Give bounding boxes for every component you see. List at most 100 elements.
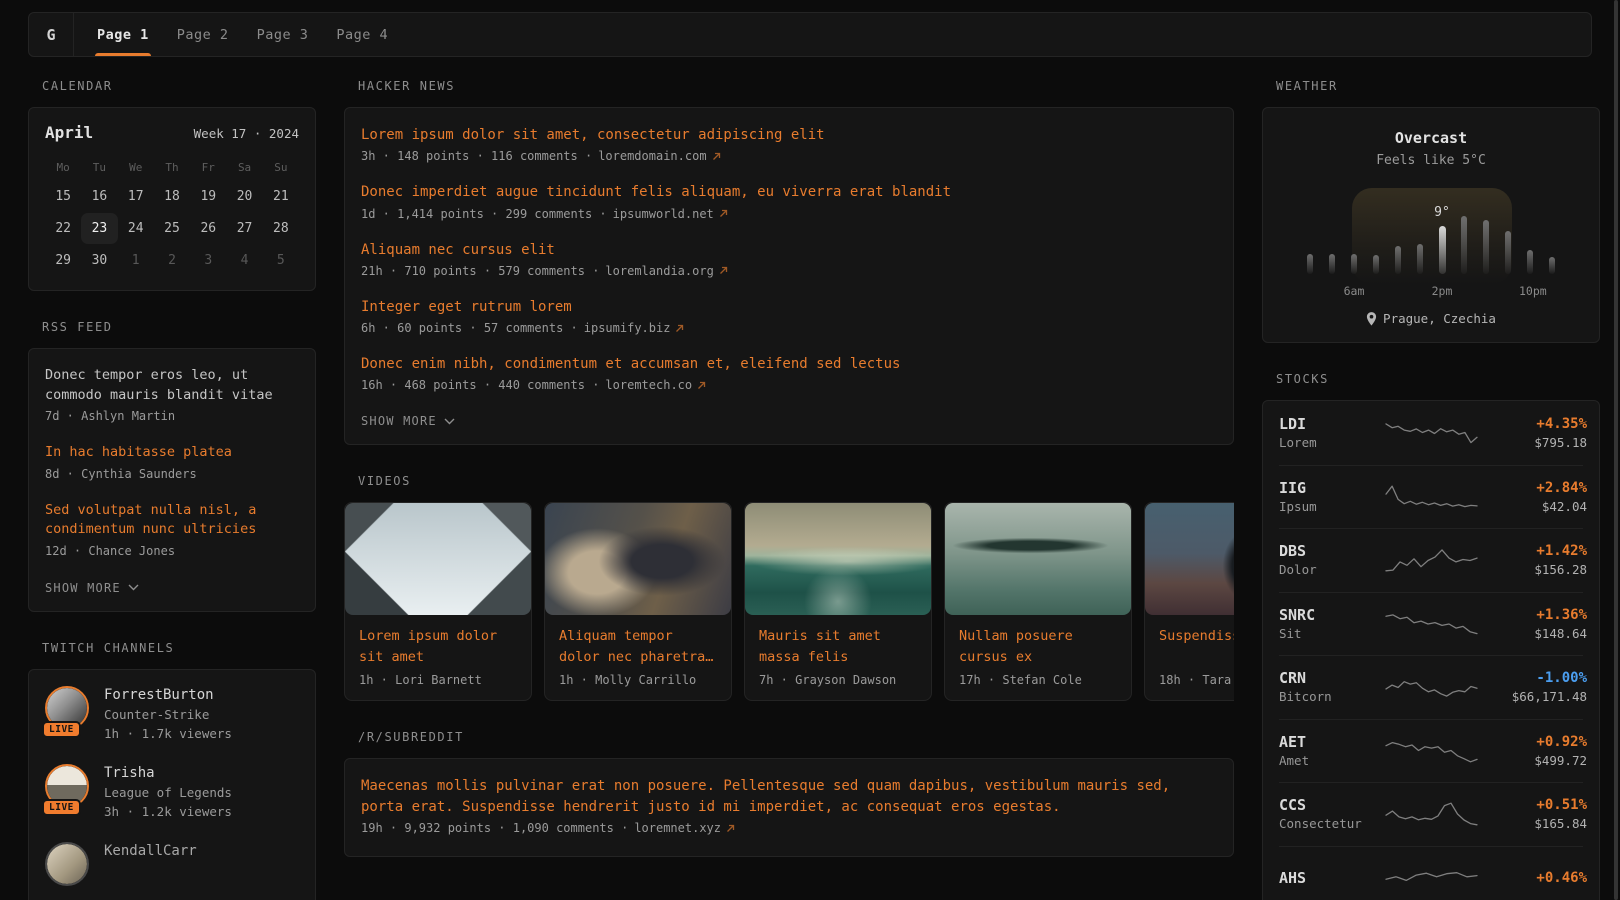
- video-title[interactable]: Lorem ipsum dolor sit amet consectetu…: [359, 626, 517, 666]
- page-scrollbar[interactable]: [1614, 0, 1618, 900]
- twitch-section-title: TWITCH CHANNELS: [42, 640, 316, 656]
- temperature-bar: [1453, 216, 1475, 274]
- stock-symbol: DBS: [1279, 541, 1384, 561]
- stock-sparkline: [1384, 545, 1479, 575]
- rss-show-more-button[interactable]: SHOW MORE: [45, 581, 139, 595]
- feed-item-title[interactable]: Lorem ipsum dolor sit amet, consectetur …: [361, 125, 1217, 145]
- time-label: 2pm: [1431, 284, 1453, 298]
- video-title[interactable]: Suspendisse diam: [1159, 626, 1234, 666]
- stocks-section: STOCKS LDI Lorem +4.35% $795.18 IIG Ipsu…: [1262, 371, 1600, 900]
- calendar-day: 15: [45, 181, 81, 212]
- rss-item-title[interactable]: Sed volutpat nulla nisl, a condimentum n…: [45, 501, 299, 540]
- stock-symbol: LDI: [1279, 414, 1384, 434]
- calendar-weekday: Th: [154, 156, 190, 180]
- weather-section-title: WEATHER: [1276, 78, 1600, 94]
- twitch-channel-row[interactable]: KendallCarr: [45, 842, 299, 886]
- time-label: [1453, 284, 1475, 298]
- feed-item-title[interactable]: Donec enim nibh, condimentum et accumsan…: [361, 354, 1217, 374]
- video-card[interactable]: Suspendisse diam 18h · Tara: [1144, 502, 1234, 701]
- stock-name: Consectetur: [1279, 815, 1384, 833]
- external-link-icon: [719, 266, 728, 275]
- feed-item-meta: 1d · 1,414 points · 299 comments · ipsum…: [361, 207, 1217, 221]
- video-card[interactable]: Lorem ipsum dolor sit amet consectetu… 1…: [344, 502, 532, 701]
- video-card[interactable]: Nullam posuere cursus ex 17h · Stefan Co…: [944, 502, 1132, 701]
- external-link-icon: [675, 324, 684, 333]
- calendar-day: 30: [81, 245, 117, 276]
- video-title[interactable]: Mauris sit amet massa felis: [759, 626, 917, 666]
- stock-row: CRN Bitcorn -1.00% $66,171.48: [1279, 655, 1583, 719]
- stock-row: AET Amet +0.92% $499.72: [1279, 719, 1583, 783]
- rss-widget: Donec tempor eros leo, ut commodo mauris…: [28, 348, 316, 612]
- feed-item-title[interactable]: Integer eget rutrum lorem: [361, 297, 1217, 317]
- calendar-weekday: Sa: [226, 156, 262, 180]
- twitch-channel-row[interactable]: LIVE Trisha League of Legends 3h · 1.2k …: [45, 764, 299, 821]
- feed-item-title[interactable]: Aliquam nec cursus elit: [361, 240, 1217, 260]
- video-card[interactable]: Mauris sit amet massa felis 7h · Grayson…: [744, 502, 932, 701]
- feed-item-title[interactable]: Donec imperdiet augue tincidunt felis al…: [361, 182, 1217, 202]
- stock-name: Bitcorn: [1279, 688, 1384, 706]
- rss-section-title: RSS FEED: [42, 319, 316, 335]
- rss-item-title[interactable]: In hac habitasse platea: [45, 443, 299, 463]
- subreddit-post-list: Maecenas mollis pulvinar erat non posuer…: [361, 776, 1217, 835]
- calendar-day: 20: [226, 181, 262, 212]
- calendar-day: 16: [81, 181, 117, 212]
- videos-section: VIDEOS Lorem ipsum dolor sit amet consec…: [344, 473, 1234, 701]
- stock-name: Dolor: [1279, 561, 1384, 579]
- calendar-day: 1: [118, 245, 154, 276]
- page-tab[interactable]: Page 2: [163, 13, 243, 56]
- page-tab[interactable]: Page 3: [243, 13, 323, 56]
- peak-temperature-label: 9°: [1434, 205, 1450, 220]
- calendar-section: CALENDAR April Week 17 · 2024 MoTuWeThFr…: [28, 78, 316, 291]
- time-axis-labels: 6am 2pm 10pm: [1299, 284, 1563, 298]
- calendar-day: 22: [45, 213, 81, 244]
- time-label: 6am: [1343, 284, 1365, 298]
- time-label: 10pm: [1519, 284, 1541, 298]
- weather-section: WEATHER Overcast Feels like 5°C 9° 6am2p…: [1262, 78, 1600, 343]
- external-link-icon: [712, 152, 721, 161]
- video-meta: 1h · Molly Carrillo: [559, 673, 717, 687]
- twitch-channel-game: League of Legends: [104, 783, 232, 802]
- chevron-down-icon: [128, 584, 139, 591]
- page-tab[interactable]: Page 4: [322, 13, 402, 56]
- twitch-avatar: LIVE: [45, 686, 89, 730]
- temperature-bar: [1321, 216, 1343, 274]
- stock-price: $42.04: [1479, 498, 1587, 516]
- stock-row: DBS Dolor +1.42% $156.28: [1279, 528, 1583, 592]
- video-thumbnail: [1145, 503, 1234, 615]
- temperature-bar: 9°: [1431, 216, 1453, 274]
- calendar-day: 29: [45, 245, 81, 276]
- video-meta: 1h · Lori Barnett: [359, 673, 517, 687]
- hackernews-show-more-button[interactable]: SHOW MORE: [361, 414, 455, 428]
- calendar-day: 26: [190, 213, 226, 244]
- temperature-bar: [1519, 216, 1541, 274]
- video-title[interactable]: Aliquam tempor dolor nec pharetra…: [559, 626, 717, 666]
- twitch-channel-row[interactable]: LIVE ForrestBurton Counter-Strike 1h · 1…: [45, 686, 299, 743]
- stocks-widget: LDI Lorem +4.35% $795.18 IIG Ipsum +2.84…: [1262, 400, 1600, 900]
- stock-sparkline: [1384, 672, 1479, 702]
- calendar-day: 21: [263, 181, 299, 212]
- video-title[interactable]: Nullam posuere cursus ex: [959, 626, 1117, 666]
- twitch-channel-viewers: 1h · 1.7k viewers: [104, 724, 232, 743]
- stock-change-percent: +0.51%: [1479, 795, 1587, 815]
- rss-item-title[interactable]: Donec tempor eros leo, ut commodo mauris…: [45, 366, 299, 405]
- video-card[interactable]: Aliquam tempor dolor nec pharetra… 1h · …: [544, 502, 732, 701]
- stock-name: Lorem: [1279, 434, 1384, 452]
- stock-price: $148.64: [1479, 625, 1587, 643]
- feed-item-meta: 6h · 60 points · 57 comments · ipsumify.…: [361, 321, 1217, 335]
- temperature-bar: [1343, 216, 1365, 274]
- twitch-avatar: [45, 842, 89, 886]
- feed-item-title[interactable]: Maecenas mollis pulvinar erat non posuer…: [361, 776, 1217, 817]
- stock-sparkline: [1384, 418, 1479, 448]
- calendar-weekday: Mo: [45, 156, 81, 180]
- temperature-bar: [1409, 216, 1431, 274]
- subreddit-section: /R/SUBREDDIT Maecenas mollis pulvinar er…: [344, 729, 1234, 857]
- twitch-channel-name: KendallCarr: [104, 842, 197, 861]
- calendar-weekday: Tu: [81, 156, 117, 180]
- rss-item: Sed volutpat nulla nisl, a condimentum n…: [45, 501, 299, 558]
- app-logo[interactable]: G: [29, 13, 74, 56]
- page-tab[interactable]: Page 1: [83, 13, 163, 56]
- time-label: [1365, 284, 1387, 298]
- calendar-day: 17: [118, 181, 154, 212]
- stock-sparkline: [1384, 863, 1479, 893]
- twitch-section: TWITCH CHANNELS LIVE ForrestBurton Count…: [28, 640, 316, 900]
